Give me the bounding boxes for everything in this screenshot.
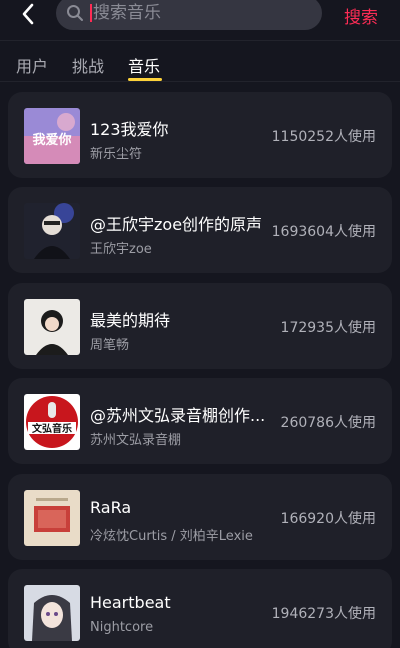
- song-title: @苏州文弘录音棚创作...: [90, 406, 266, 425]
- cover-text: 我爱你: [32, 132, 71, 148]
- tab-bar: 用户 挑战 音乐: [0, 40, 400, 82]
- album-cover: [24, 203, 80, 259]
- search-submit-button[interactable]: 搜索: [344, 3, 378, 28]
- usage-count: 1150252人使用: [271, 129, 376, 145]
- usage-count: 1693604人使用: [271, 224, 376, 240]
- song-artist: 王欣宇zoe: [90, 242, 152, 257]
- search-input[interactable]: [93, 3, 293, 23]
- song-artist: 新乐尘符: [90, 147, 143, 162]
- usage-count: 1946273人使用: [271, 606, 376, 622]
- search-box[interactable]: [56, 0, 322, 30]
- chevron-left-icon: [22, 3, 34, 25]
- top-bar: 搜索: [0, 0, 400, 36]
- usage-count: 172935人使用: [280, 320, 376, 336]
- list-item[interactable]: 我爱你 123我爱你 新乐尘符 1150252人使用: [8, 92, 392, 178]
- list-item[interactable]: Heartbeat Nightcore 1946273人使用: [8, 569, 392, 648]
- usage-count: 166920人使用: [280, 511, 376, 527]
- album-cover: [24, 490, 80, 546]
- song-title: 123我爱你: [90, 120, 169, 139]
- active-tab-indicator: [128, 78, 162, 81]
- tab-music[interactable]: 音乐: [128, 53, 160, 77]
- song-title: RaRa: [90, 498, 132, 517]
- list-item[interactable]: @王欣宇zoe创作的原声 王欣宇zoe 1693604人使用: [8, 187, 392, 273]
- list-item[interactable]: RaRa 冷炫忱Curtis / 刘柏辛Lexie 166920人使用: [8, 474, 392, 560]
- tab-challenges[interactable]: 挑战: [72, 53, 104, 77]
- song-title: @王欣宇zoe创作的原声: [90, 215, 263, 234]
- text-cursor: [90, 4, 92, 22]
- album-cover: [24, 299, 80, 355]
- song-title: Heartbeat: [90, 593, 171, 612]
- song-artist: 周笔畅: [90, 338, 130, 353]
- album-cover: 我爱你: [24, 108, 80, 164]
- song-artist: Nightcore: [90, 620, 154, 635]
- usage-count: 260786人使用: [280, 415, 376, 431]
- list-item[interactable]: 最美的期待 周笔畅 172935人使用: [8, 283, 392, 369]
- back-button[interactable]: [16, 2, 40, 26]
- list-item[interactable]: 文弘音乐 @苏州文弘录音棚创作... 苏州文弘录音棚 260786人使用: [8, 378, 392, 464]
- search-icon: [67, 5, 83, 21]
- cover-text: 文弘音乐: [32, 422, 72, 435]
- tab-users[interactable]: 用户: [16, 53, 48, 77]
- album-cover: [24, 585, 80, 641]
- song-title: 最美的期待: [90, 311, 171, 330]
- album-cover: 文弘音乐: [24, 394, 80, 450]
- song-artist: 苏州文弘录音棚: [90, 433, 182, 448]
- song-artist: 冷炫忱Curtis / 刘柏辛Lexie: [90, 529, 253, 544]
